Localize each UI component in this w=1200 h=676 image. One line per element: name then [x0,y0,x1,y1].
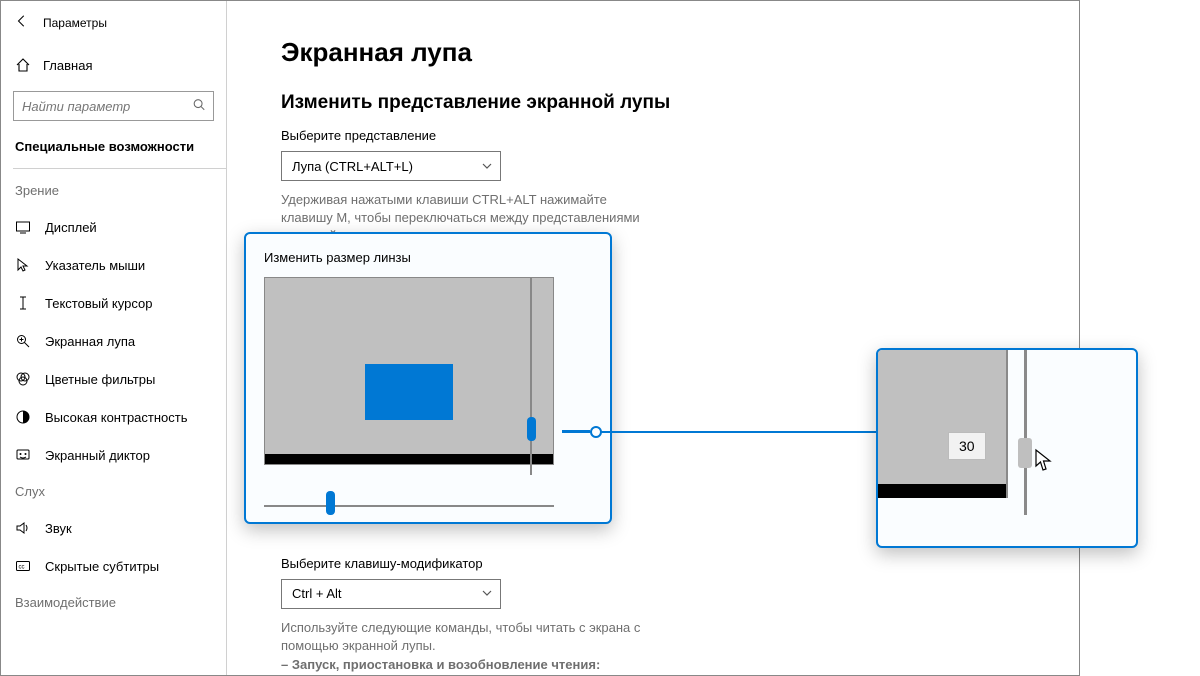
lens-preview [264,277,554,465]
sidebar-item-label: Экранная лупа [45,334,135,349]
reading-helper: Используйте следующие команды, чтобы чит… [281,619,641,675]
home-label: Главная [43,58,92,73]
connector-stub [562,430,590,433]
chevron-down-icon [482,586,492,601]
sidebar-item-text-cursor[interactable]: Текстовый курсор [1,284,226,322]
pointer-icon [15,257,31,273]
search-wrap [13,91,214,121]
color-filters-icon [15,371,31,387]
sound-icon [15,520,31,536]
sidebar-item-mouse-pointer[interactable]: Указатель мыши [1,246,226,284]
lens-width-track[interactable] [264,505,554,507]
group-interaction: Взаимодействие [1,585,226,620]
group-hearing: Слух [1,474,226,509]
zoom-callout: 30 [876,348,1138,548]
cc-icon: cc [15,558,31,574]
view-heading: Изменить представление экранной лупы [281,92,1059,114]
lens-rect [365,364,453,420]
zoom-vertical-thumb[interactable] [1018,438,1032,468]
sidebar-item-label: Высокая контрастность [45,410,188,425]
page-title: Экранная лупа [281,37,1059,68]
sidebar-item-label: Дисплей [45,220,97,235]
window-title: Параметры [43,16,107,30]
lens-height-thumb[interactable] [527,417,536,441]
sidebar-item-magnifier[interactable]: Экранная лупа [1,322,226,360]
cursor-icon [1034,448,1054,472]
sidebar-item-narrator[interactable]: Экранный диктор [1,436,226,474]
search-input[interactable] [13,91,214,121]
group-vision: Зрение [1,169,226,208]
zoom-tooltip: 30 [948,432,986,460]
view-select-label: Выберите представление [281,128,1059,143]
zoom-vertical-track[interactable] [1024,350,1027,515]
narrator-icon [15,447,31,463]
lens-stage [264,277,566,469]
lens-height-track[interactable] [530,277,532,475]
sidebar-item-sound[interactable]: Звук [1,509,226,547]
sidebar-item-label: Скрытые субтитры [45,559,159,574]
sidebar-item-high-contrast[interactable]: Высокая контрастность [1,398,226,436]
view-select[interactable]: Лупа (CTRL+ALT+L) [281,151,501,181]
sidebar-item-label: Указатель мыши [45,258,145,273]
view-select-value: Лупа (CTRL+ALT+L) [292,159,413,174]
home-nav[interactable]: Главная [1,47,226,83]
display-icon [15,219,31,235]
search-icon [192,98,206,115]
chevron-down-icon [482,159,492,174]
zoom-preview [878,350,1008,498]
sidebar: Параметры Главная Специальные возможност… [1,1,226,675]
sidebar-item-label: Цветные фильтры [45,372,155,387]
svg-text:cc: cc [19,565,25,571]
high-contrast-icon [15,409,31,425]
reading-section: Выберите клавишу-модификатор Ctrl + Alt … [281,556,1059,675]
modifier-label: Выберите клавишу-модификатор [281,556,1059,571]
lens-callout: Изменить размер линзы [244,232,612,524]
home-icon [15,57,31,73]
sidebar-item-display[interactable]: Дисплей [1,208,226,246]
connector-line [600,431,878,433]
sidebar-item-label: Экранный диктор [45,448,150,463]
sidebar-item-label: Звук [45,521,72,536]
lens-label: Изменить размер линзы [264,250,596,265]
sidebar-item-closed-captions[interactable]: cc Скрытые субтитры [1,547,226,585]
titlebar: Параметры [1,9,226,37]
text-cursor-icon [15,295,31,311]
back-icon[interactable] [15,14,29,32]
sidebar-item-label: Текстовый курсор [45,296,152,311]
lens-width-thumb[interactable] [326,491,335,515]
modifier-select-value: Ctrl + Alt [292,586,342,601]
section-title: Специальные возможности [1,135,226,168]
sidebar-item-color-filters[interactable]: Цветные фильтры [1,360,226,398]
magnifier-icon [15,333,31,349]
modifier-select[interactable]: Ctrl + Alt [281,579,501,609]
